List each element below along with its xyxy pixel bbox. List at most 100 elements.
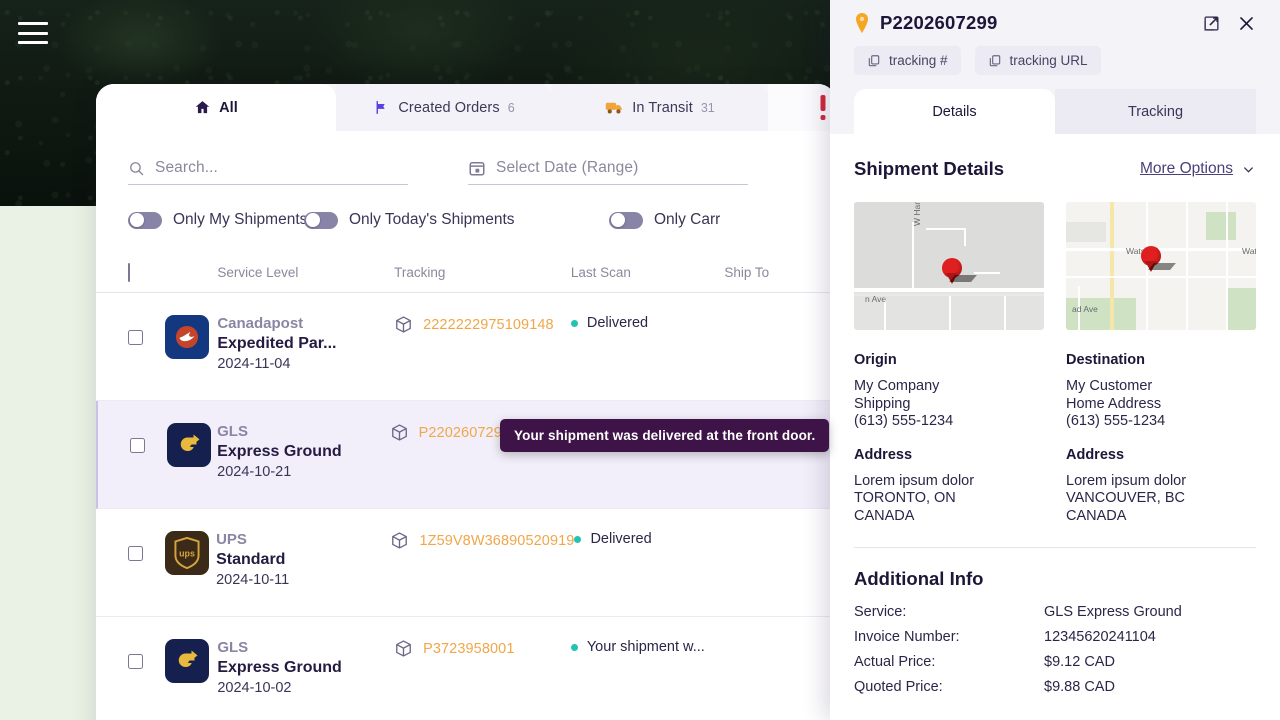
toggle-switch[interactable]: [128, 211, 162, 229]
carrier-name: GLS: [217, 423, 248, 440]
ship-date: 2024-10-21: [217, 464, 292, 480]
copy-tracking-number-button[interactable]: tracking #: [854, 46, 961, 75]
shipment-detail-panel: P2202607299 tracking # tracking URL Deta…: [830, 0, 1280, 720]
origin-contact: My Company Shipping (613) 555-1234: [854, 378, 1044, 431]
toggle-switch[interactable]: [609, 211, 643, 229]
tracking-number[interactable]: 2222222975109148: [423, 317, 554, 333]
tab-tracking[interactable]: Tracking: [1055, 89, 1256, 134]
ups-logo: ups: [165, 531, 209, 575]
canadapost-logo: [165, 315, 209, 359]
tab-all[interactable]: All: [96, 84, 336, 131]
destination-address: Lorem ipsum dolor VANCOUVER, BC CANADA: [1066, 473, 1256, 526]
tab-created-orders[interactable]: Created Orders 6: [336, 84, 552, 131]
copy-icon: [988, 54, 1002, 68]
row-select-cell: [130, 423, 217, 467]
package-icon: [394, 639, 413, 658]
service-level: Express Ground: [217, 443, 342, 460]
tab-in-transit-label: In Transit: [632, 99, 693, 116]
select-all-cell: [128, 262, 217, 282]
last-scan-text: Your shipment w...: [586, 639, 705, 655]
last-scan-text: Delivered: [586, 315, 649, 331]
table-row[interactable]: ups UPS Standard 2024-10-11 1Z59V8W36890…: [96, 509, 836, 617]
package-icon: [390, 423, 409, 442]
search-input[interactable]: Search...: [128, 159, 408, 185]
toggle-only-my-shipments[interactable]: Only My Shipments: [128, 211, 307, 229]
hamburger-bar: [18, 41, 48, 44]
date-range-input[interactable]: Select Date (Range): [468, 159, 748, 185]
tracking-cell[interactable]: 1Z59V8W36890520919: [390, 531, 574, 550]
close-icon[interactable]: [1237, 14, 1256, 33]
open-external-icon[interactable]: [1202, 14, 1221, 33]
status-dot: [570, 643, 578, 651]
tracking-cell[interactable]: P3723958001: [394, 639, 571, 658]
origin-map[interactable]: W Hangar Rd n Ave: [854, 202, 1044, 330]
table-row[interactable]: GLS Express Ground 2024-10-02 P372395800…: [96, 617, 836, 720]
column-header-tracking: Tracking: [394, 265, 446, 280]
hamburger-bar: [18, 31, 48, 35]
origin-phone: (613) 555-1234: [854, 413, 954, 429]
truck-icon: [605, 99, 624, 116]
dest-map-street-label-3: ad Ave: [1072, 304, 1098, 314]
row-checkbox[interactable]: [128, 545, 143, 561]
origin-dept: Shipping: [854, 395, 911, 412]
toggle-only-carrier[interactable]: Only Carr: [609, 211, 785, 229]
origin-map-street-label-2: n Ave: [865, 294, 887, 304]
panel-body: Shipment Details More Options n Ave Wats…: [830, 134, 1280, 720]
destination-address-line2: VANCOUVER, BC: [1066, 490, 1185, 506]
service-level: Standard: [216, 551, 286, 568]
copy-icon: [867, 54, 881, 68]
tracking-cell[interactable]: 2222222975109148: [394, 315, 571, 334]
toggle-only-todays-shipments[interactable]: Only Today's Shipments: [304, 211, 609, 229]
destination-map[interactable]: Wats Rd Wat: ad Ave: [1066, 202, 1256, 330]
tracking-number[interactable]: P3723958001: [423, 641, 514, 657]
tab-created-orders-count: 6: [507, 100, 515, 115]
search-icon: [128, 160, 145, 177]
table-header: Service Level Tracking Last Scan Ship To: [96, 253, 836, 293]
carrier-name: GLS: [217, 639, 249, 656]
table-row[interactable]: GLS Express Ground 2024-10-21 P220260729…: [96, 401, 836, 509]
info-value: $9.88 CAD: [1044, 679, 1115, 695]
row-select-cell: [128, 639, 217, 683]
info-key: Service:: [854, 604, 907, 620]
hamburger-menu-icon[interactable]: [18, 22, 48, 44]
column-header-service-level: Service Level: [217, 265, 299, 280]
destination-address-heading: Address: [1066, 446, 1125, 463]
origin-map-street-label: W Hangar Rd: [912, 202, 922, 226]
panel-title: P2202607299: [880, 12, 998, 33]
copy-tracking-url-button[interactable]: tracking URL: [974, 46, 1101, 75]
tracking-number[interactable]: 1Z59V8W36890520919: [419, 533, 574, 549]
toggle-label: Only Today's Shipments: [349, 211, 515, 228]
destination-address-line1: Lorem ipsum dolor: [1066, 472, 1187, 489]
row-checkbox[interactable]: [128, 329, 143, 345]
origin-map-pin: [942, 258, 977, 285]
additional-info-list: Service: GLS Express Ground Invoice Numb…: [854, 604, 1256, 695]
column-header-ship-to: Ship To: [724, 265, 770, 280]
additional-info-title: Additional Info: [854, 568, 984, 589]
toggle-switch[interactable]: [304, 211, 338, 229]
panel-header-actions: [1202, 14, 1256, 33]
destination-contact: My Customer Home Address (613) 555-1234: [1066, 378, 1256, 431]
tracking-number[interactable]: P2202607299: [419, 425, 510, 441]
gls-logo: [165, 639, 209, 683]
table-row[interactable]: Canadapost Expedited Par... 2024-11-04 2…: [96, 293, 836, 401]
chip-label: tracking URL: [1009, 53, 1088, 68]
tab-exceptions[interactable]: [768, 84, 836, 131]
row-checkbox[interactable]: [130, 437, 145, 453]
row-checkbox[interactable]: [128, 653, 143, 669]
map-pin-icon: [854, 13, 870, 33]
chevron-down-icon: [1241, 162, 1256, 177]
calendar-icon: [468, 159, 486, 177]
tab-in-transit[interactable]: In Transit 31: [552, 84, 768, 131]
shipment-details-header: Shipment Details More Options: [854, 158, 1256, 180]
last-scan-cell: Delivered: [570, 315, 725, 331]
info-value: GLS Express Ground: [1044, 604, 1182, 620]
chip-label: tracking #: [889, 53, 948, 68]
more-options-button[interactable]: More Options: [1140, 160, 1256, 178]
select-all-checkbox[interactable]: [128, 262, 130, 282]
service-level-cell: GLS Express Ground 2024-10-21: [217, 423, 389, 480]
info-row: Invoice Number: 12345620241104: [854, 629, 1256, 645]
status-dot: [570, 319, 578, 327]
tab-details[interactable]: Details: [854, 89, 1055, 134]
info-key: Invoice Number:: [854, 629, 960, 645]
tab-in-transit-count: 31: [700, 100, 715, 115]
